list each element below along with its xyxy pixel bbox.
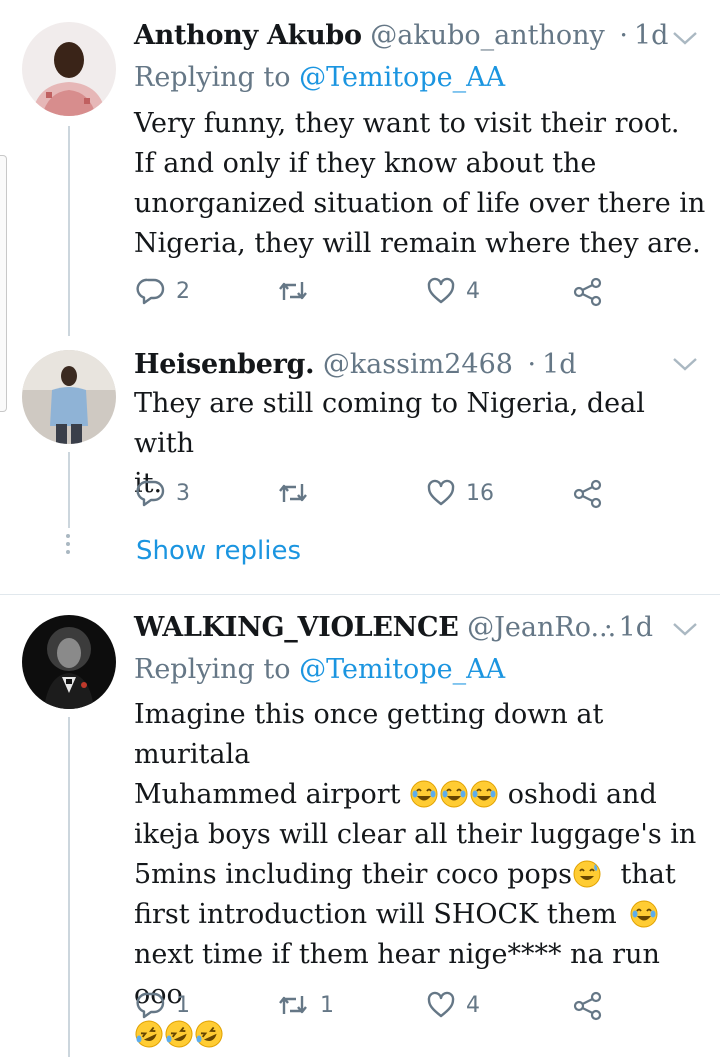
text-line: Muhammed airport oshodi and bbox=[134, 775, 709, 815]
reply-button[interactable]: 3 bbox=[136, 478, 190, 508]
user-handle[interactable]: @akubo_anthony bbox=[370, 20, 605, 51]
tears-of-joy-emoji bbox=[410, 780, 438, 808]
reply-button[interactable]: 1 bbox=[136, 990, 190, 1020]
user-handle[interactable]: @kassim2468 bbox=[323, 349, 513, 380]
display-name[interactable]: Anthony Akubo bbox=[134, 20, 362, 51]
text-fragment: oshodi and bbox=[507, 779, 657, 810]
avatar[interactable] bbox=[22, 350, 116, 444]
retweet-icon bbox=[279, 282, 307, 300]
retweet-count: 1 bbox=[320, 992, 334, 1018]
text-line: unorganized situation of life over there… bbox=[134, 188, 706, 219]
text-fragment: first introduction will SHOCK them bbox=[134, 899, 617, 930]
share-icon bbox=[573, 479, 602, 509]
text-line: They are still coming to Nigeria, deal w… bbox=[134, 388, 645, 459]
tweet-text: Very funny, they want to visit their roo… bbox=[134, 104, 709, 264]
tweet-header: WALKING_VIOLENCE @JeanRo... bbox=[134, 610, 616, 646]
text-line: 5mins including their coco pops that bbox=[134, 855, 709, 895]
action-bar: 3 16 bbox=[134, 478, 614, 514]
timestamp-group: · 1d bbox=[598, 610, 653, 646]
share-button[interactable] bbox=[572, 478, 604, 510]
reply-button[interactable]: 2 bbox=[136, 276, 190, 306]
tears-of-joy-emoji bbox=[440, 780, 468, 808]
text-line: ikeja boys will clear all their luggage'… bbox=[134, 819, 697, 850]
grinning-sweat-emoji bbox=[573, 860, 601, 888]
mention-link[interactable]: @Temitope_AA bbox=[299, 62, 505, 93]
tweet-walking-violence[interactable]: WALKING_VIOLENCE @JeanRo... · 1d Replying… bbox=[0, 595, 720, 1057]
action-bar: 2 4 bbox=[134, 276, 614, 312]
more-replies-dots bbox=[66, 530, 72, 558]
action-bar: 1 1 4 bbox=[134, 990, 614, 1026]
text-line: first introduction will SHOCK them bbox=[134, 895, 709, 935]
like-count: 4 bbox=[466, 992, 480, 1018]
thread-line bbox=[68, 452, 70, 528]
show-replies-link[interactable]: Show replies bbox=[136, 536, 301, 566]
text-line: Nigeria, they will remain where they are… bbox=[134, 228, 701, 259]
replying-to: Replying to @Temitope_AA bbox=[134, 60, 505, 96]
chevron-down-icon[interactable] bbox=[670, 619, 700, 639]
reply-count: 2 bbox=[176, 278, 190, 304]
tears-of-joy-emoji bbox=[630, 900, 658, 928]
like-icon bbox=[427, 991, 455, 1018]
thread-line bbox=[68, 126, 70, 336]
like-button[interactable]: 4 bbox=[426, 276, 480, 306]
tears-of-joy-emoji bbox=[470, 780, 498, 808]
like-button[interactable]: 16 bbox=[426, 478, 494, 508]
share-button[interactable] bbox=[572, 990, 604, 1022]
display-name[interactable]: Heisenberg. bbox=[134, 349, 315, 380]
display-name[interactable]: WALKING_VIOLENCE bbox=[134, 612, 459, 643]
mention-link[interactable]: @Temitope_AA bbox=[299, 654, 505, 685]
avatar[interactable] bbox=[22, 615, 116, 709]
chevron-down-icon[interactable] bbox=[670, 354, 700, 374]
reply-icon bbox=[136, 480, 165, 507]
share-button[interactable] bbox=[572, 276, 604, 308]
thread-line bbox=[68, 717, 70, 1057]
chevron-down-icon[interactable] bbox=[670, 28, 700, 48]
reply-count: 3 bbox=[176, 480, 190, 506]
like-icon bbox=[427, 277, 455, 304]
separator-dot: · bbox=[527, 349, 537, 380]
timestamp[interactable]: 1d bbox=[619, 612, 653, 643]
user-handle[interactable]: @JeanRo... bbox=[467, 612, 616, 643]
reply-icon bbox=[136, 992, 165, 1019]
like-count: 16 bbox=[466, 480, 494, 506]
text-fragment: Muhammed airport bbox=[134, 779, 401, 810]
like-button[interactable]: 4 bbox=[426, 990, 480, 1020]
tweet-anthony-akubo[interactable]: Anthony Akubo @akubo_anthony · 1d Replyin… bbox=[0, 0, 720, 336]
retweet-button[interactable] bbox=[276, 276, 320, 306]
replying-to: Replying to @Temitope_AA bbox=[134, 652, 505, 688]
reply-count: 1 bbox=[176, 992, 190, 1018]
tweet-header: Heisenberg. @kassim2468 · 1d bbox=[134, 347, 577, 383]
retweet-button[interactable] bbox=[276, 478, 320, 508]
tweet-header: Anthony Akubo @akubo_anthony · 1d bbox=[134, 18, 668, 54]
reply-icon bbox=[136, 278, 165, 305]
separator-dot: · bbox=[604, 612, 613, 643]
retweet-icon bbox=[279, 484, 307, 502]
retweet-icon bbox=[279, 996, 307, 1014]
text-line: If and only if they know about the bbox=[134, 148, 597, 179]
timestamp[interactable]: 1d bbox=[634, 20, 668, 51]
text-line: Imagine this once getting down at murita… bbox=[134, 699, 604, 770]
text-line: Very funny, they want to visit their roo… bbox=[134, 108, 680, 139]
retweet-button[interactable]: 1 bbox=[276, 990, 334, 1020]
tweet-heisenberg[interactable]: Heisenberg. @kassim2468 · 1d They are sti… bbox=[0, 330, 720, 590]
share-icon bbox=[573, 277, 602, 307]
text-fragment: 5mins including their coco pops bbox=[134, 859, 572, 890]
replying-prefix: Replying to bbox=[134, 62, 291, 93]
avatar[interactable] bbox=[22, 22, 116, 116]
share-icon bbox=[573, 991, 602, 1021]
like-count: 4 bbox=[466, 278, 480, 304]
timestamp[interactable]: 1d bbox=[542, 349, 576, 380]
separator-dot: · bbox=[619, 20, 628, 51]
replying-prefix: Replying to bbox=[134, 654, 291, 685]
like-icon bbox=[427, 479, 455, 506]
text-fragment: that bbox=[620, 859, 676, 890]
